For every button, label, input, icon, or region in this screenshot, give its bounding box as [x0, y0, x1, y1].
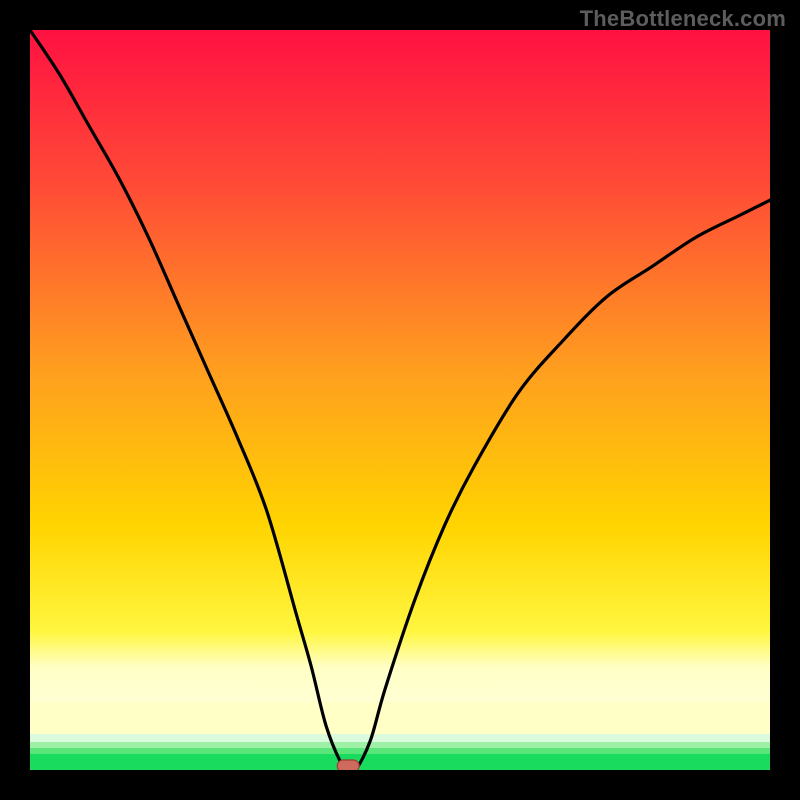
trough-marker	[337, 760, 359, 770]
heat-gradient	[30, 30, 770, 738]
bottleneck-plot	[30, 30, 770, 770]
green-band-deep	[30, 754, 770, 770]
pale-band	[30, 702, 770, 738]
chart-frame: TheBottleneck.com	[0, 0, 800, 800]
watermark-text: TheBottleneck.com	[580, 6, 786, 32]
plot-area	[30, 30, 770, 770]
